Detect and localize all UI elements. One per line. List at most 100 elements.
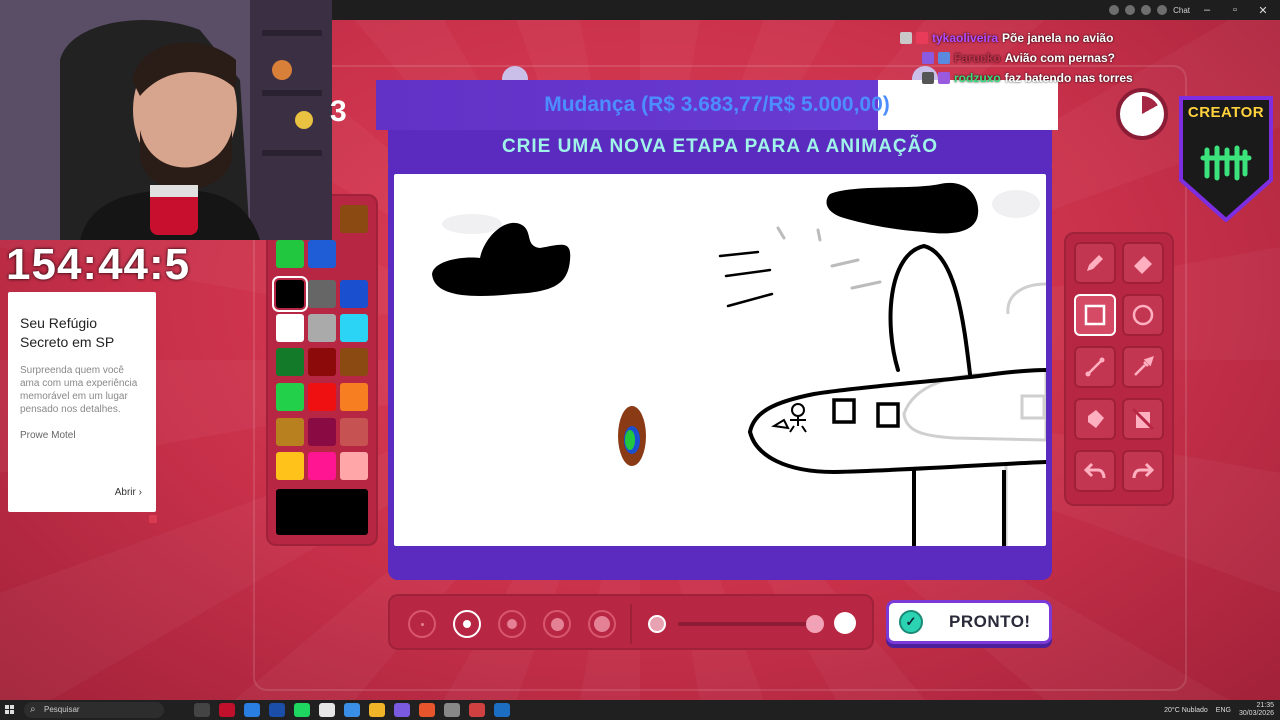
maximize-button[interactable]: ▫: [1224, 4, 1246, 16]
color-swatch[interactable]: [276, 418, 304, 446]
color-swatch[interactable]: [272, 276, 308, 312]
color-swatch[interactable]: [276, 240, 304, 268]
opacity-max-handle[interactable]: [834, 612, 856, 634]
chat-username: Farucko: [954, 51, 1001, 65]
brush-size-3[interactable]: [498, 610, 526, 638]
color-swatch[interactable]: [340, 452, 368, 480]
clear-tool[interactable]: [1122, 398, 1164, 440]
color-swatch[interactable]: [340, 383, 368, 411]
steam-icon[interactable]: [494, 703, 510, 717]
dark-cloud-right: [826, 182, 979, 234]
ad-open-label: Abrir: [114, 487, 136, 498]
chat-username: tykaoliveira: [932, 31, 999, 45]
ellipse-tool[interactable]: [1122, 294, 1164, 336]
profile-icon[interactable]: [1157, 5, 1168, 15]
app-icon[interactable]: [394, 703, 410, 717]
minimize-button[interactable]: –: [1196, 4, 1218, 16]
ad-open-link[interactable]: Abrir ›: [115, 487, 142, 498]
ad-card[interactable]: Seu Refúgio Secreto em SP Surpreenda que…: [8, 292, 156, 512]
system-tray: 20°C Nublado ENG 21:35 30/03/2026: [1164, 700, 1274, 720]
plane-window: [832, 398, 856, 424]
brush-size-4[interactable]: [543, 610, 571, 638]
color-swatch[interactable]: [340, 280, 368, 308]
fill-tool[interactable]: [1074, 398, 1116, 440]
refresh-icon[interactable]: [1141, 5, 1152, 15]
opacity-slider-knob[interactable]: [806, 615, 824, 633]
rectangle-tool[interactable]: [1074, 294, 1116, 336]
extension-icon[interactable]: [1125, 5, 1136, 15]
chat-message: Farucko Avião com pernas?: [900, 48, 1230, 68]
color-swatch[interactable]: [308, 418, 336, 446]
round-timer: [1116, 88, 1168, 140]
brush-size-1[interactable]: [408, 610, 436, 638]
pencil-tool[interactable]: [1074, 242, 1116, 284]
pilot-head: [791, 403, 805, 417]
undo-tool[interactable]: [1074, 450, 1116, 492]
app-icon[interactable]: [269, 703, 285, 717]
color-swatch[interactable]: [308, 348, 336, 376]
fill-icon: [1088, 410, 1104, 428]
drawing-board: [388, 168, 1052, 580]
drawing-canvas[interactable]: [394, 174, 1046, 546]
color-swatch[interactable]: [340, 348, 368, 376]
clock[interactable]: 21:35 30/03/2026: [1239, 702, 1274, 718]
chat-text: Põe janela no avião: [1002, 31, 1114, 45]
opacity-min-handle[interactable]: [648, 615, 666, 633]
color-swatch[interactable]: [308, 452, 336, 480]
color-swatch[interactable]: [340, 418, 368, 446]
close-button[interactable]: ✕: [1252, 4, 1274, 17]
color-swatch[interactable]: [276, 452, 304, 480]
color-swatch[interactable]: [308, 383, 336, 411]
subscriber-icon: [922, 52, 934, 64]
start-button[interactable]: [0, 700, 20, 720]
browser-controls: Chat – ▫ ✕: [1109, 0, 1280, 20]
clock-time: 21:35: [1256, 702, 1274, 709]
app-icon[interactable]: [469, 703, 485, 717]
done-button-label: PRONTO!: [949, 612, 1031, 631]
pencil-icon: [1087, 255, 1103, 271]
eyedropper-tool[interactable]: [1122, 346, 1164, 388]
ad-info-icon[interactable]: [149, 515, 157, 523]
color-swatch[interactable]: [308, 280, 336, 308]
color-swatch[interactable]: [276, 314, 304, 342]
previous-frame-wing: [1006, 282, 1046, 315]
color-swatch[interactable]: [340, 314, 368, 342]
clock-date: 30/03/2026: [1238, 710, 1274, 717]
app-icon[interactable]: [344, 703, 360, 717]
spotify-icon[interactable]: [294, 703, 310, 717]
app-icon[interactable]: [444, 703, 460, 717]
wind-lines: [718, 250, 774, 308]
streamer-image: [0, 0, 332, 240]
ad-brand: Prowe Motel: [20, 430, 76, 441]
brush-size-2[interactable]: [453, 610, 481, 638]
done-button[interactable]: ✓ PRONTO!: [886, 600, 1052, 644]
creator-badge: CREATOR: [1177, 96, 1275, 223]
opera-icon[interactable]: [219, 703, 235, 717]
color-swatch[interactable]: [308, 240, 336, 268]
size-bar-divider: [630, 604, 632, 644]
brush-size-bar: [388, 594, 874, 650]
folder-icon[interactable]: [369, 703, 385, 717]
star-icon[interactable]: [1109, 5, 1120, 15]
store-icon[interactable]: [319, 703, 335, 717]
line-tool[interactable]: [1074, 346, 1116, 388]
plane-legs: [912, 470, 1006, 546]
eraser-tool[interactable]: [1122, 242, 1164, 284]
color-swatch[interactable]: [340, 205, 368, 233]
chat-button[interactable]: Chat: [1173, 6, 1190, 15]
app-icon[interactable]: [419, 703, 435, 717]
task-view-icon[interactable]: [194, 703, 210, 717]
ad-body: Surpreenda quem você ama com uma experiê…: [20, 365, 138, 415]
edge-icon[interactable]: [244, 703, 260, 717]
taskbar-search[interactable]: Pesquisar: [24, 702, 164, 718]
brush-size-5[interactable]: [588, 610, 616, 638]
webcam-feed: [0, 0, 332, 240]
previous-frame-window: [1020, 394, 1046, 420]
opacity-slider-track[interactable]: [678, 622, 816, 626]
color-swatch[interactable]: [276, 348, 304, 376]
color-swatch[interactable]: [308, 314, 336, 342]
color-swatch[interactable]: [276, 383, 304, 411]
language-indicator[interactable]: ENG: [1216, 707, 1231, 714]
weather-text[interactable]: 20°C Nublado: [1164, 707, 1208, 714]
redo-tool[interactable]: [1122, 450, 1164, 492]
